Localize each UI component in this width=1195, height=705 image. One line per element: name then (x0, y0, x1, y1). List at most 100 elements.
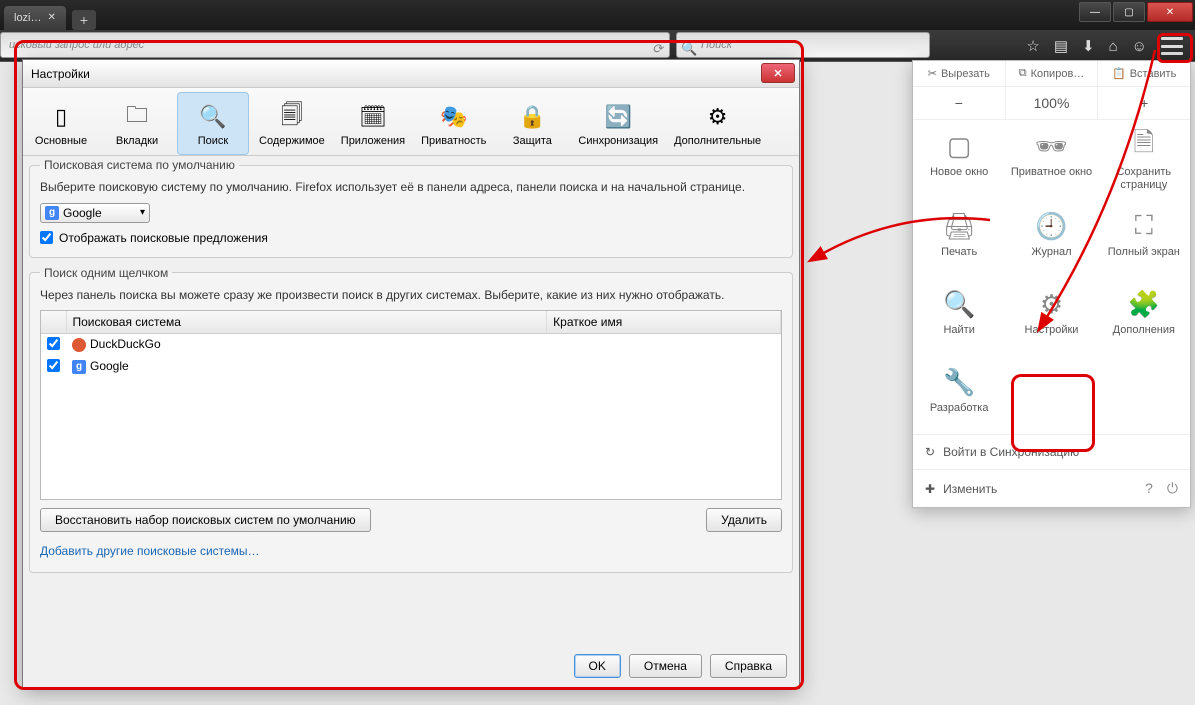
col-shortname[interactable]: Краткое имя (547, 311, 781, 334)
settings-tabstrip: ▯Основные 🗀Вкладки 🔍Поиск 🗐Содержимое 🗓П… (23, 88, 799, 156)
zoom-out-button[interactable]: − (913, 87, 1006, 119)
menu-item-save-page[interactable]: 🗎Сохранить страницу (1098, 120, 1190, 200)
dialog-titlebar[interactable]: Настройки ✕ (23, 60, 799, 88)
copy-icon: ⧉ (1019, 67, 1027, 80)
oneclick-description: Через панель поиска вы можете сразу же п… (40, 288, 782, 302)
star-icon[interactable]: ☆ (1026, 37, 1039, 55)
minimize-button[interactable]: — (1079, 2, 1111, 22)
show-suggestions-checkbox[interactable] (40, 231, 53, 244)
window-icon: ▢ (947, 130, 972, 162)
dialog-close-button[interactable]: ✕ (761, 63, 795, 83)
mask-icon: 🕶 (1035, 130, 1068, 162)
menu-sync-login[interactable]: ↻ Войти в Синхронизацию (913, 434, 1190, 469)
tab-apps[interactable]: 🗓Приложения (335, 92, 411, 155)
settings-dialog: Настройки ✕ ▯Основные 🗀Вкладки 🔍Поиск 🗐С… (22, 59, 800, 689)
duckduckgo-icon (72, 338, 86, 352)
restore-defaults-button[interactable]: Восстановить набор поисковых систем по у… (40, 508, 371, 532)
search-engine-table[interactable]: Поисковая система Краткое имя DuckDuckGo… (40, 310, 782, 500)
menu-item-history[interactable]: 🕘Журнал (1005, 200, 1097, 278)
paste-button[interactable]: 📋Вставить (1098, 61, 1190, 86)
new-tab-button[interactable]: + (72, 10, 96, 30)
tab-advanced[interactable]: ⚙Дополнительные (668, 92, 767, 155)
power-icon[interactable]: ⏻ (1167, 480, 1178, 497)
reload-icon[interactable]: ⟳ (652, 37, 663, 61)
default-engine-group: Поисковая система по умолчанию Выберите … (29, 158, 793, 258)
default-engine-description: Выберите поисковую систему по умолчанию.… (40, 180, 782, 194)
tab-search[interactable]: 🔍Поиск (177, 92, 249, 155)
tab-sync[interactable]: 🔄Синхронизация (572, 92, 664, 155)
gear-icon: ⚙ (702, 101, 734, 133)
zoom-value[interactable]: 100% (1006, 87, 1099, 119)
close-window-button[interactable]: ✕ (1147, 2, 1193, 22)
hamburger-menu-panel: ✂Вырезать ⧉Копиров… 📋Вставить − 100% + ▢… (912, 60, 1191, 508)
wrench-icon: 🔧 (943, 366, 975, 398)
tab-content[interactable]: 🗐Содержимое (253, 92, 331, 155)
show-suggestions-label: Отображать поисковые предложения (59, 231, 268, 245)
home-icon[interactable]: ⌂ (1109, 38, 1118, 55)
oneclick-legend: Поиск одним щелчком (40, 266, 172, 280)
search-icon: 🔍 (943, 288, 975, 320)
col-engine[interactable]: Поисковая система (66, 311, 547, 334)
default-engine-value: Google (63, 206, 102, 220)
smile-icon[interactable]: ☺ (1132, 38, 1147, 55)
magnifier-icon: 🔍 (197, 101, 229, 133)
library-icon[interactable]: ▤ (1054, 37, 1068, 55)
ok-button[interactable]: OK (574, 654, 621, 678)
table-row[interactable]: DuckDuckGo (41, 333, 781, 356)
default-engine-legend: Поисковая система по умолчанию (40, 158, 239, 172)
add-engines-link[interactable]: Добавить другие поисковые системы… (40, 544, 260, 558)
lock-icon: 🔒 (516, 101, 548, 133)
hamburger-menu-button[interactable] (1161, 37, 1183, 55)
google-icon: g (72, 360, 86, 374)
url-placeholder: исковый запрос или адрес (9, 39, 144, 51)
menu-item-developer[interactable]: 🔧Разработка (913, 356, 1005, 434)
engine-checkbox[interactable] (47, 359, 60, 372)
tab-general[interactable]: ▯Основные (25, 92, 97, 155)
oneclick-group: Поиск одним щелчком Через панель поиска … (29, 266, 793, 573)
folder-icon: 🗀 (121, 101, 153, 133)
help-button[interactable]: Справка (710, 654, 787, 678)
expand-icon: ⛶ (1135, 210, 1153, 242)
page-icon: 🗎 (1133, 130, 1154, 162)
copy-button[interactable]: ⧉Копиров… (1006, 61, 1099, 86)
zoom-in-button[interactable]: + (1098, 87, 1190, 119)
default-engine-select[interactable]: g Google ▾ (40, 203, 150, 223)
scissors-icon: ✂ (928, 67, 937, 80)
puzzle-icon: 🧩 (1128, 288, 1160, 320)
menu-item-new-window[interactable]: ▢Новое окно (913, 120, 1005, 200)
dialog-title: Настройки (31, 67, 90, 81)
menu-item-private-window[interactable]: 🕶Приватное окно (1005, 120, 1097, 200)
menu-item-print[interactable]: 🖨Печать (913, 200, 1005, 278)
mask-icon: 🎭 (438, 101, 470, 133)
sync-icon: ↻ (925, 445, 935, 459)
page-icon: 🗐 (276, 101, 308, 133)
window-titlebar: lozi… ✕ + — ▢ ✕ (0, 0, 1195, 30)
download-icon[interactable]: ⬇ (1082, 37, 1095, 55)
engine-checkbox[interactable] (47, 337, 60, 350)
menu-item-addons[interactable]: 🧩Дополнения (1098, 278, 1190, 356)
menu-customize[interactable]: ✚ Изменить (925, 482, 997, 496)
tab-tabs[interactable]: 🗀Вкладки (101, 92, 173, 155)
menu-item-settings[interactable]: ⚙Настройки (1005, 278, 1097, 356)
table-row[interactable]: gGoogle (41, 356, 781, 378)
tab-privacy[interactable]: 🎭Приватность (415, 92, 492, 155)
chevron-down-icon: ▾ (140, 207, 145, 218)
printer-icon: 🖨 (943, 210, 976, 242)
cut-button[interactable]: ✂Вырезать (913, 61, 1006, 86)
search-bar[interactable]: 🔍 Поиск (676, 32, 930, 58)
url-bar[interactable]: исковый запрос или адрес ⟳ (0, 32, 670, 58)
google-icon: g (45, 206, 59, 220)
maximize-button[interactable]: ▢ (1113, 2, 1145, 22)
browser-tab[interactable]: lozi… ✕ (4, 6, 66, 30)
help-icon[interactable]: ? (1145, 480, 1153, 497)
close-tab-icon[interactable]: ✕ (48, 6, 56, 30)
search-icon: 🔍 (681, 37, 697, 61)
cancel-button[interactable]: Отмена (629, 654, 702, 678)
show-suggestions-row[interactable]: Отображать поисковые предложения (40, 231, 782, 245)
menu-item-find[interactable]: 🔍Найти (913, 278, 1005, 356)
delete-engine-button[interactable]: Удалить (706, 508, 782, 532)
plus-icon: ✚ (925, 482, 935, 496)
tab-security[interactable]: 🔒Защита (496, 92, 568, 155)
menu-item-fullscreen[interactable]: ⛶Полный экран (1098, 200, 1190, 278)
sync-icon: 🔄 (602, 101, 634, 133)
